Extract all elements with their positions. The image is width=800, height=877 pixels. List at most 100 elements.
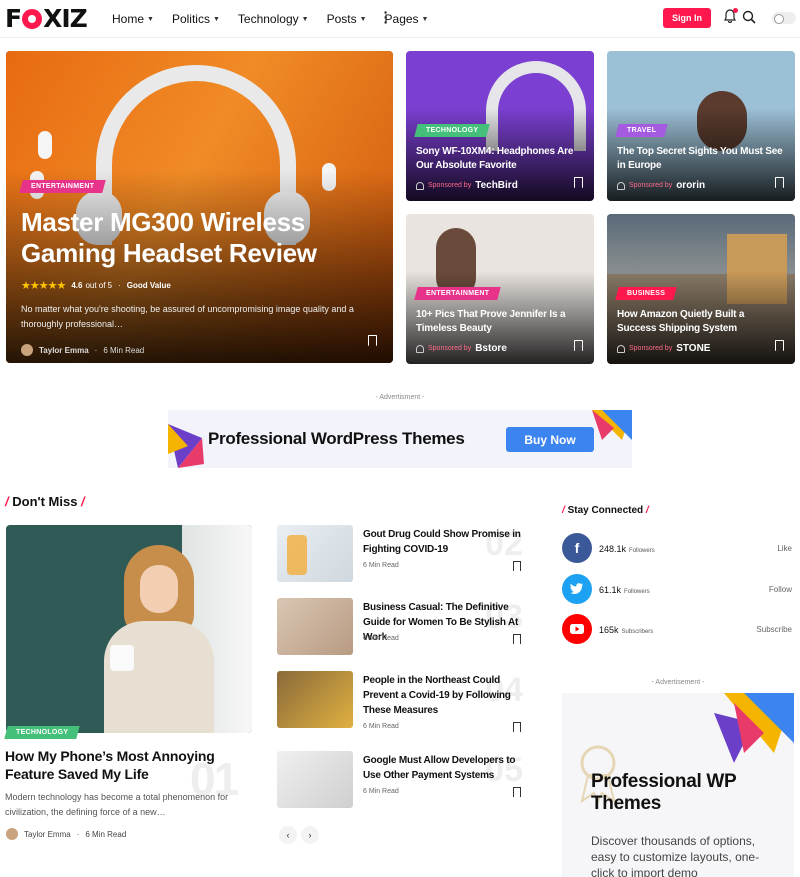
more-menu-icon[interactable]: · · · [383,5,389,29]
category-badge[interactable]: TECHNOLOGY [4,726,81,739]
chevron-down-icon: ▼ [301,15,309,23]
grid-card[interactable]: ENTERTAINMENT 10+ Pics That Prove Jennif… [406,214,594,364]
post-title[interactable]: Google Must Allow Developers to Use Othe… [363,753,528,783]
rating: ★★★★★ 4.6 out of 5 · Good Value [21,280,171,292]
list-item[interactable]: 05 Google Must Allow Developers to Use O… [277,751,527,809]
chevron-down-icon: ▼ [359,15,367,23]
social-twitter[interactable]: 61.1k Followers Follow [562,574,794,606]
category-badge[interactable]: TECHNOLOGY [414,124,491,137]
grid-card[interactable]: TECHNOLOGY Sony WF-10XM4: Headphones Are… [406,51,594,201]
sponsor-icon [617,181,625,190]
main-nav: Home ▼ Politics ▼ Technology ▼ Posts ▼ Pages… [112,12,446,26]
bookmark-icon[interactable] [775,177,784,188]
post-meta: Taylor Emma · 6 Min Read [21,344,373,356]
read-time: 6 Min Read [85,829,127,839]
card-title[interactable]: Sony WF-10XM4: Headphones Are Our Absolu… [416,145,584,173]
bell-icon[interactable] [724,8,738,28]
nav-posts[interactable]: Posts ▼ [327,12,367,26]
chevron-down-icon: ▼ [421,15,429,23]
search-icon[interactable] [742,10,756,29]
card-title[interactable]: 10+ Pics That Prove Jennifer Is a Timele… [416,308,584,336]
list-item[interactable]: 04 People in the Northeast Could Prevent… [277,671,528,732]
like-button[interactable]: Like [777,544,792,553]
avatar[interactable] [6,828,18,840]
nav-pages[interactable]: Pages ▼ [385,12,429,26]
list-item[interactable]: 02 Gout Drug Could Show Promise in Fight… [277,525,527,583]
read-time: 6 Min Read [103,345,145,355]
prev-page-button[interactable]: ‹ [279,826,297,844]
ad-shape-icon [168,424,204,468]
nav-technology[interactable]: Technology ▼ [238,12,309,26]
author-name[interactable]: Taylor Emma [24,830,71,839]
post-title[interactable]: People in the Northeast Could Prevent a … [363,673,528,718]
category-badge[interactable]: ENTERTAINMENT [19,180,107,193]
ad-title: Professional WordPress Themes [208,429,465,448]
post-meta: Taylor Emma · 6 Min Read [6,828,126,840]
bookmark-icon[interactable] [574,177,583,188]
star-rating-icon: ★★★★★ [21,280,66,292]
card-title[interactable]: How Amazon Quietly Built a Success Shipp… [617,308,785,336]
sponsor: Sponsored by ororin [617,180,705,191]
sponsor-icon [617,344,625,353]
post-title[interactable]: Gout Drug Could Show Promise in Fighting… [363,527,528,557]
youtube-icon[interactable] [562,614,592,644]
featured-post-image[interactable] [6,525,252,733]
buy-now-button[interactable]: Buy Now [506,427,594,452]
read-time: 6 Min Read [363,723,399,730]
site-header: F XIZ Home ▼ Politics ▼ Technology ▼ Posts ▼ … [0,0,800,38]
bookmark-icon[interactable] [775,340,784,351]
card-title[interactable]: The Top Secret Sights You Must See in Eu… [617,145,785,173]
site-logo[interactable]: F XIZ [5,4,88,33]
hero-title[interactable]: Master MG300 Wireless Gaming Headset Rev… [21,207,373,269]
nav-home[interactable]: Home ▼ [112,12,154,26]
featured-post-excerpt: Modern technology has become a total phe… [5,792,229,817]
bookmark-icon[interactable] [574,340,583,351]
bookmark-icon[interactable] [368,335,377,346]
twitter-icon[interactable] [562,574,592,604]
next-page-button[interactable]: › [301,826,319,844]
sponsor-icon [416,181,424,190]
ad-title: Professional WP Themes [591,771,737,814]
read-time: 6 Min Read [363,635,399,642]
list-item[interactable]: 03 Business Casual: The Definitive Guide… [277,598,527,656]
advertisement-label: - Advertisement - [651,679,705,686]
ad-shape-icon [592,410,632,440]
follow-button[interactable]: Follow [769,585,792,594]
avatar[interactable] [21,344,33,356]
featured-post-title[interactable]: How My Phone’s Most Annoying Feature Sav… [5,747,255,783]
social-youtube[interactable]: 165k Subscribers Subscribe [562,614,794,646]
category-badge[interactable]: ENTERTAINMENT [414,287,502,300]
post-thumbnail[interactable] [277,598,353,655]
hero-excerpt: No matter what you're shooting, be assur… [21,304,354,329]
read-time: 6 Min Read [363,788,399,795]
category-badge[interactable]: TRAVEL [615,124,669,137]
read-time: 6 Min Read [363,562,399,569]
sign-in-button[interactable]: Sign In [663,8,711,28]
subscribe-button[interactable]: Subscribe [756,625,792,634]
author-name[interactable]: Taylor Emma [39,346,89,355]
hero-card[interactable]: ENTERTAINMENT Master MG300 Wireless Gami… [6,51,393,363]
sidebar-ad[interactable]: Professional WP Themes Discover thousand… [562,693,794,877]
sponsor: Sponsored by Bstore [416,343,507,354]
grid-card[interactable]: BUSINESS How Amazon Quietly Built a Succ… [607,214,795,364]
section-heading-dont-miss: / Don't Miss / [5,494,85,509]
ad-shape-icon [714,693,794,763]
ad-banner[interactable]: Professional WordPress Themes Buy Now [168,410,632,468]
grid-card[interactable]: TRAVEL The Top Secret Sights You Must Se… [607,51,795,201]
nav-politics[interactable]: Politics ▼ [172,12,220,26]
section-heading-stay-connected: / Stay Connected / [562,505,649,516]
social-facebook[interactable]: f 248.1k Followers Like [562,533,794,565]
post-thumbnail[interactable] [277,751,353,808]
sponsor-icon [416,344,424,353]
category-badge[interactable]: BUSINESS [615,287,677,300]
post-thumbnail[interactable] [277,671,353,728]
chevron-down-icon: ▼ [147,15,154,23]
advertisement-label: - Advertisment - [375,394,425,401]
chevron-down-icon: ▼ [212,15,220,23]
facebook-icon[interactable]: f [562,533,592,563]
post-thumbnail[interactable] [277,525,353,582]
bookmark-icon[interactable] [513,722,521,732]
ad-description: Discover thousands of options, easy to c… [591,834,760,877]
sponsor: Sponsored by TechBird [416,180,518,191]
dark-mode-toggle[interactable] [772,12,796,24]
